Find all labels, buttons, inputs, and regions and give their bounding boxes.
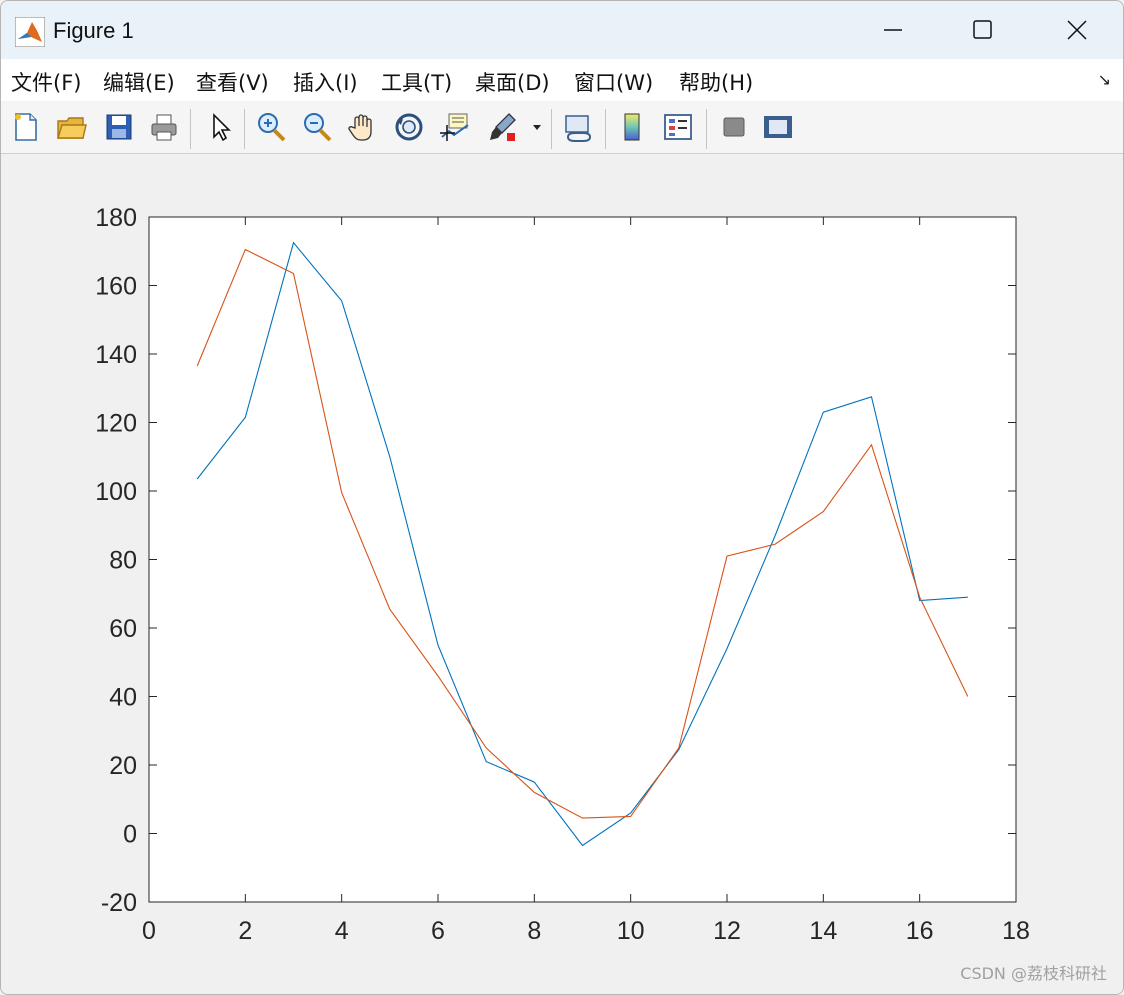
brush-dropdown-icon[interactable]	[527, 109, 547, 145]
x-tick-label: 16	[906, 917, 934, 945]
y-tick-label: -20	[101, 889, 137, 917]
y-tick-label: 160	[95, 273, 137, 301]
x-tick-label: 12	[713, 917, 741, 945]
watermark: CSDN @荔枝科研社	[960, 964, 1107, 983]
y-tick-label: 20	[109, 752, 137, 780]
x-tick-label: 0	[142, 917, 156, 945]
toolbar-separator	[190, 109, 191, 149]
window-title: Figure 1	[53, 18, 134, 43]
y-tick-label: 120	[95, 410, 137, 438]
colorbar-icon[interactable]	[614, 109, 650, 145]
x-tick-label: 8	[527, 917, 541, 945]
show-plot-tools-icon[interactable]	[760, 109, 796, 145]
legend-icon[interactable]	[660, 109, 696, 145]
menu-bar: 文件(F) 编辑(E) 查看(V) 插入(I) 工具(T) 桌面(D) 窗口(W…	[1, 59, 1123, 102]
y-tick-label: 40	[109, 684, 137, 712]
x-tick-label: 4	[335, 917, 349, 945]
x-tick-label: 14	[809, 917, 837, 945]
menu-window[interactable]: 窗口(W)	[574, 67, 653, 97]
select-arrow-icon[interactable]	[202, 109, 238, 145]
y-tick-label: 140	[95, 341, 137, 369]
open-folder-icon[interactable]	[53, 109, 89, 145]
y-tick-label: 180	[95, 204, 137, 232]
x-tick-label: 18	[1002, 917, 1030, 945]
pan-hand-icon[interactable]	[345, 109, 381, 145]
menu-desktop[interactable]: 桌面(D)	[475, 67, 550, 97]
figure-toolbar	[1, 101, 1123, 154]
minimize-button[interactable]	[847, 1, 939, 59]
title-bar: Figure 1	[1, 1, 1123, 59]
menu-view[interactable]: 查看(V)	[196, 67, 269, 97]
close-button[interactable]	[1031, 1, 1123, 59]
zoom-out-icon[interactable]	[299, 109, 335, 145]
menu-tools[interactable]: 工具(T)	[381, 67, 452, 97]
toolbar-separator	[605, 109, 606, 149]
line-chart: 0 2 4 6 8 10 12 14 16 18-200204060801001201401601…	[95, 204, 1030, 945]
x-tick-label: 6	[431, 917, 445, 945]
link-plot-icon[interactable]	[560, 109, 596, 145]
menu-help[interactable]: 帮助(H)	[679, 67, 753, 97]
toolbar-separator	[244, 109, 245, 149]
maximize-icon	[973, 20, 992, 39]
close-icon	[1067, 20, 1087, 40]
y-tick-label: 100	[95, 478, 137, 506]
save-icon[interactable]	[101, 109, 137, 145]
new-figure-icon[interactable]	[8, 109, 44, 145]
toolbar-separator	[706, 109, 707, 149]
menu-file[interactable]: 文件(F)	[11, 67, 81, 97]
x-tick-label: 10	[617, 917, 645, 945]
print-icon[interactable]	[146, 109, 182, 145]
plot-area	[149, 217, 1016, 902]
menu-edit[interactable]: 编辑(E)	[103, 67, 175, 97]
y-tick-label: 0	[123, 821, 137, 849]
y-tick-label: 80	[109, 547, 137, 575]
minimize-icon	[884, 29, 902, 31]
rotate-3d-icon[interactable]	[391, 109, 427, 145]
menu-insert[interactable]: 插入(I)	[293, 67, 358, 97]
matlab-logo-icon	[15, 17, 45, 47]
y-tick-label: 60	[109, 615, 137, 643]
zoom-in-icon[interactable]	[253, 109, 289, 145]
figure-window: Figure 1 文件(F) 编辑(E) 查看(V) 插入(I) 工具(T) 桌…	[0, 0, 1124, 995]
maximize-button[interactable]	[937, 1, 1029, 59]
figure-canvas: 0 2 4 6 8 10 12 14 16 18 -20 0 20 40 60 80 100 120 140 160 1…	[1, 154, 1123, 994]
hide-plot-tools-icon[interactable]	[716, 109, 752, 145]
x-tick-label: 2	[238, 917, 252, 945]
brush-icon[interactable]	[485, 109, 521, 145]
toolbar-separator	[551, 109, 552, 149]
dock-arrow-icon[interactable]: ↘	[1098, 70, 1111, 89]
data-cursor-icon[interactable]	[437, 109, 473, 145]
